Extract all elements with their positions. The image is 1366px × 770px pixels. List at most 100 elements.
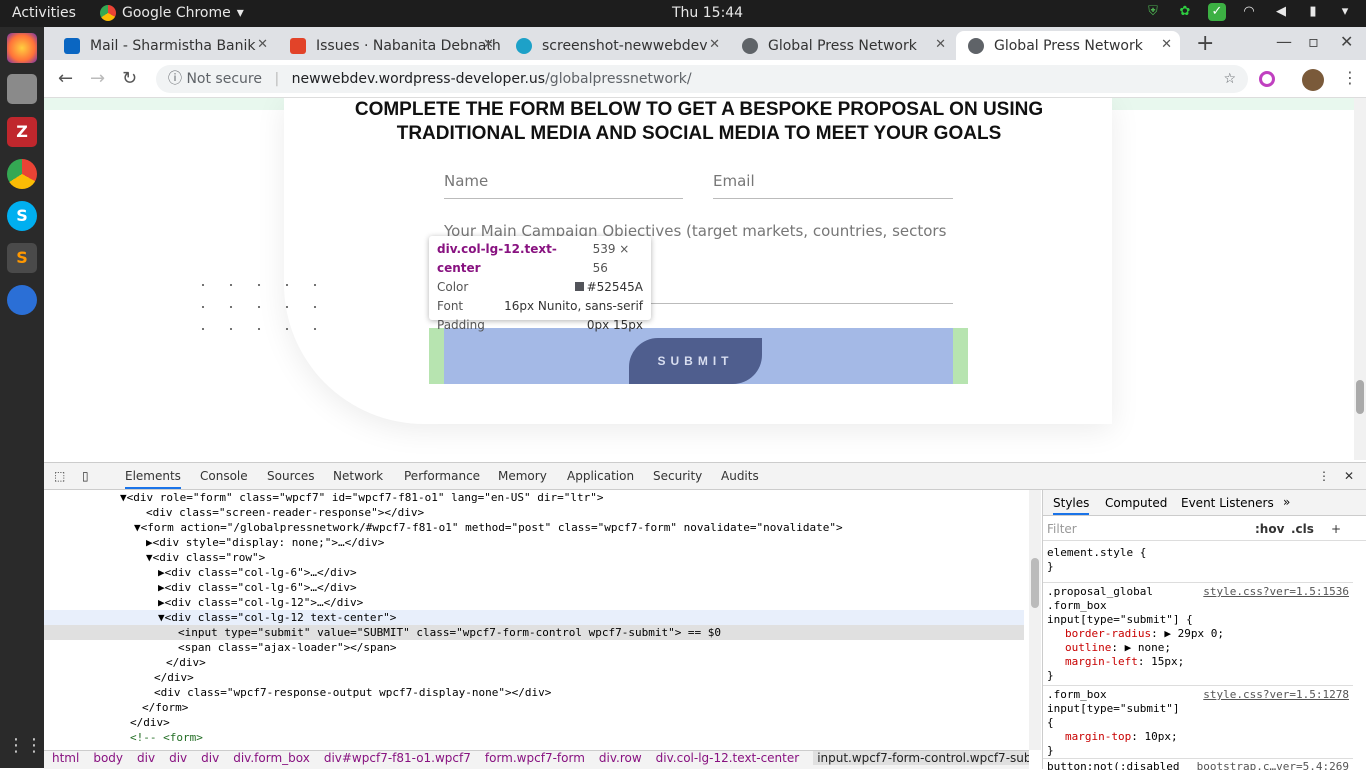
dom-line[interactable]: <div class="screen-reader-response"></di… <box>44 505 1024 520</box>
crumb[interactable]: div <box>201 751 219 765</box>
info-icon[interactable]: ⓘ <box>168 71 186 87</box>
volume-icon[interactable]: ◀ <box>1272 3 1290 21</box>
chrome-dock-icon[interactable] <box>7 159 37 189</box>
inspect-icon[interactable]: ⬚ <box>54 469 65 483</box>
tab-console[interactable]: Console <box>200 469 248 483</box>
sublime-icon[interactable]: S <box>7 243 37 273</box>
dom-line[interactable]: ▶<div class="col-lg-6">…</div> <box>44 580 1024 595</box>
crumb[interactable]: div <box>169 751 187 765</box>
minimize-button[interactable]: — <box>1276 32 1292 51</box>
star-icon[interactable]: ☆ <box>1223 65 1236 93</box>
dom-line[interactable]: </div> <box>44 655 1024 670</box>
close-icon[interactable]: ✕ <box>257 37 268 52</box>
tab-memory[interactable]: Memory <box>498 469 547 483</box>
scrollbar-thumb[interactable] <box>1031 558 1039 608</box>
style-rule[interactable]: element.style { } <box>1043 546 1353 574</box>
reload-button[interactable]: ↻ <box>122 68 137 89</box>
more-icon[interactable]: ⋮ <box>1318 469 1330 483</box>
tab-mail[interactable]: Mail - Sharmistha Banik ✕ <box>52 31 276 60</box>
crumb[interactable]: div <box>137 751 155 765</box>
system-tray[interactable]: ⛨ ✿ ✓ ◠ ◀ ▮ ▾ <box>1144 3 1354 21</box>
dom-scrollbar[interactable] <box>1029 490 1041 750</box>
scrollbar-thumb[interactable] <box>1356 380 1364 414</box>
close-icon[interactable]: ✕ <box>1161 37 1172 52</box>
address-bar[interactable]: ⓘ Not secure | newwebdev.wordpress-devel… <box>156 65 1248 93</box>
tab-security[interactable]: Security <box>653 469 702 483</box>
app-menu[interactable]: Google Chrome ▾ <box>100 5 244 21</box>
dom-line-selected[interactable]: <input type="submit" value="SUBMIT" clas… <box>44 625 1024 640</box>
tab-global-press-1[interactable]: Global Press Network ✕ <box>730 31 954 60</box>
close-icon[interactable]: ✕ <box>935 37 946 52</box>
crumb[interactable]: div#wpcf7-f81-o1.wpcf7 <box>324 751 471 765</box>
dom-line[interactable]: <span class="ajax-loader"></span> <box>44 640 1024 655</box>
device-toggle-icon[interactable]: ▯ <box>82 469 89 483</box>
avatar[interactable] <box>1302 69 1324 91</box>
files-icon[interactable] <box>7 74 37 104</box>
dom-line[interactable]: ▼<form action="/globalpressnetwork/#wpcf… <box>44 520 1024 535</box>
close-icon[interactable]: ✕ <box>483 37 494 52</box>
clock[interactable]: Thu 15:44 <box>672 5 743 21</box>
tab-audits[interactable]: Audits <box>721 469 759 483</box>
settings-icon[interactable] <box>7 285 37 315</box>
style-rule[interactable]: style.css?ver=1.5:1278 .form_box input[t… <box>1043 685 1353 758</box>
dom-line[interactable]: ▶<div class="col-lg-12">…</div> <box>44 595 1024 610</box>
shield-icon[interactable]: ⛨ <box>1144 3 1162 21</box>
tab-screenshot[interactable]: screenshot-newwebdev ✕ <box>504 31 728 60</box>
forward-button[interactable]: → <box>90 68 105 89</box>
email-field[interactable]: Email <box>713 172 953 199</box>
close-icon[interactable]: ✕ <box>709 37 720 52</box>
dom-line[interactable]: </form> <box>44 700 1024 715</box>
tab-styles[interactable]: Styles <box>1053 496 1090 515</box>
firefox-icon[interactable] <box>7 33 37 63</box>
tab-elements[interactable]: Elements <box>125 469 181 489</box>
cls-toggle[interactable]: .cls <box>1291 522 1314 536</box>
tab-event-listeners[interactable]: Event Listeners <box>1181 496 1274 510</box>
tab-application[interactable]: Application <box>567 469 634 483</box>
submit-button[interactable]: SUBMIT <box>629 338 762 384</box>
crumb[interactable]: div.row <box>599 751 642 765</box>
page-scrollbar[interactable] <box>1354 98 1366 460</box>
dom-line[interactable]: ▶<div class="col-lg-6">…</div> <box>44 565 1024 580</box>
name-field[interactable]: Name <box>444 172 683 199</box>
check-icon[interactable]: ✓ <box>1208 3 1226 21</box>
add-rule-icon[interactable]: + <box>1331 522 1341 536</box>
rule-source[interactable]: bootstrap.c…ver=5.4:269 <box>1197 760 1349 770</box>
back-button[interactable]: ← <box>58 68 73 89</box>
tab-issues[interactable]: Issues · Nabanita Debnath ✕ <box>278 31 502 60</box>
rule-source[interactable]: style.css?ver=1.5:1536 <box>1203 585 1349 599</box>
tab-sources[interactable]: Sources <box>267 469 314 483</box>
style-rule[interactable]: style.css?ver=1.5:1536 .proposal_global … <box>1043 582 1353 683</box>
dom-line[interactable]: </div> <box>44 715 1024 730</box>
tab-global-press-2[interactable]: Global Press Network ✕ <box>956 31 1180 60</box>
dom-tree[interactable]: ▼<div role="form" class="wpcf7" id="wpcf… <box>44 490 1029 750</box>
dom-line[interactable]: ▼<div class="row"> <box>44 550 1024 565</box>
new-tab-button[interactable]: + <box>1196 31 1214 56</box>
style-rule[interactable]: bootstrap.c…ver=5.4:269 button:not(:disa… <box>1043 758 1353 770</box>
crumb[interactable]: body <box>93 751 123 765</box>
sync-icon[interactable]: ✿ <box>1176 3 1194 21</box>
more-tabs-icon[interactable]: » <box>1283 495 1290 509</box>
crumb[interactable]: form.wpcf7-form <box>485 751 585 765</box>
dom-line[interactable]: <div class="wpcf7-response-output wpcf7-… <box>44 685 1024 700</box>
dom-line[interactable]: <!-- <form> <box>44 730 1024 745</box>
tab-performance[interactable]: Performance <box>404 469 480 483</box>
crumb-current[interactable]: input.wpcf7-form-control.wpcf7-submit <box>813 751 1029 765</box>
menu-icon[interactable]: ⋮ <box>1342 68 1358 87</box>
skype-icon[interactable]: S <box>7 201 37 231</box>
filezilla-icon[interactable]: Z <box>7 117 37 147</box>
close-icon[interactable]: ✕ <box>1344 469 1354 483</box>
crumb[interactable]: div.form_box <box>233 751 310 765</box>
extension-icon[interactable] <box>1259 71 1275 87</box>
maximize-button[interactable]: ▫ <box>1308 32 1319 51</box>
dom-line[interactable]: </div> <box>44 670 1024 685</box>
battery-icon[interactable]: ▮ <box>1304 3 1322 21</box>
wifi-icon[interactable]: ◠ <box>1240 3 1258 21</box>
tab-computed[interactable]: Computed <box>1105 496 1167 510</box>
crumb[interactable]: div.col-lg-12.text-center <box>656 751 800 765</box>
tab-network[interactable]: Network <box>333 469 383 483</box>
styles-filter[interactable]: Filter :hov .cls + <box>1043 517 1366 541</box>
dom-line[interactable]: ▼<div role="form" class="wpcf7" id="wpcf… <box>44 490 1024 505</box>
hov-toggle[interactable]: :hov <box>1255 522 1284 536</box>
close-window-button[interactable]: ✕ <box>1340 32 1353 51</box>
power-menu-icon[interactable]: ▾ <box>1336 3 1354 21</box>
